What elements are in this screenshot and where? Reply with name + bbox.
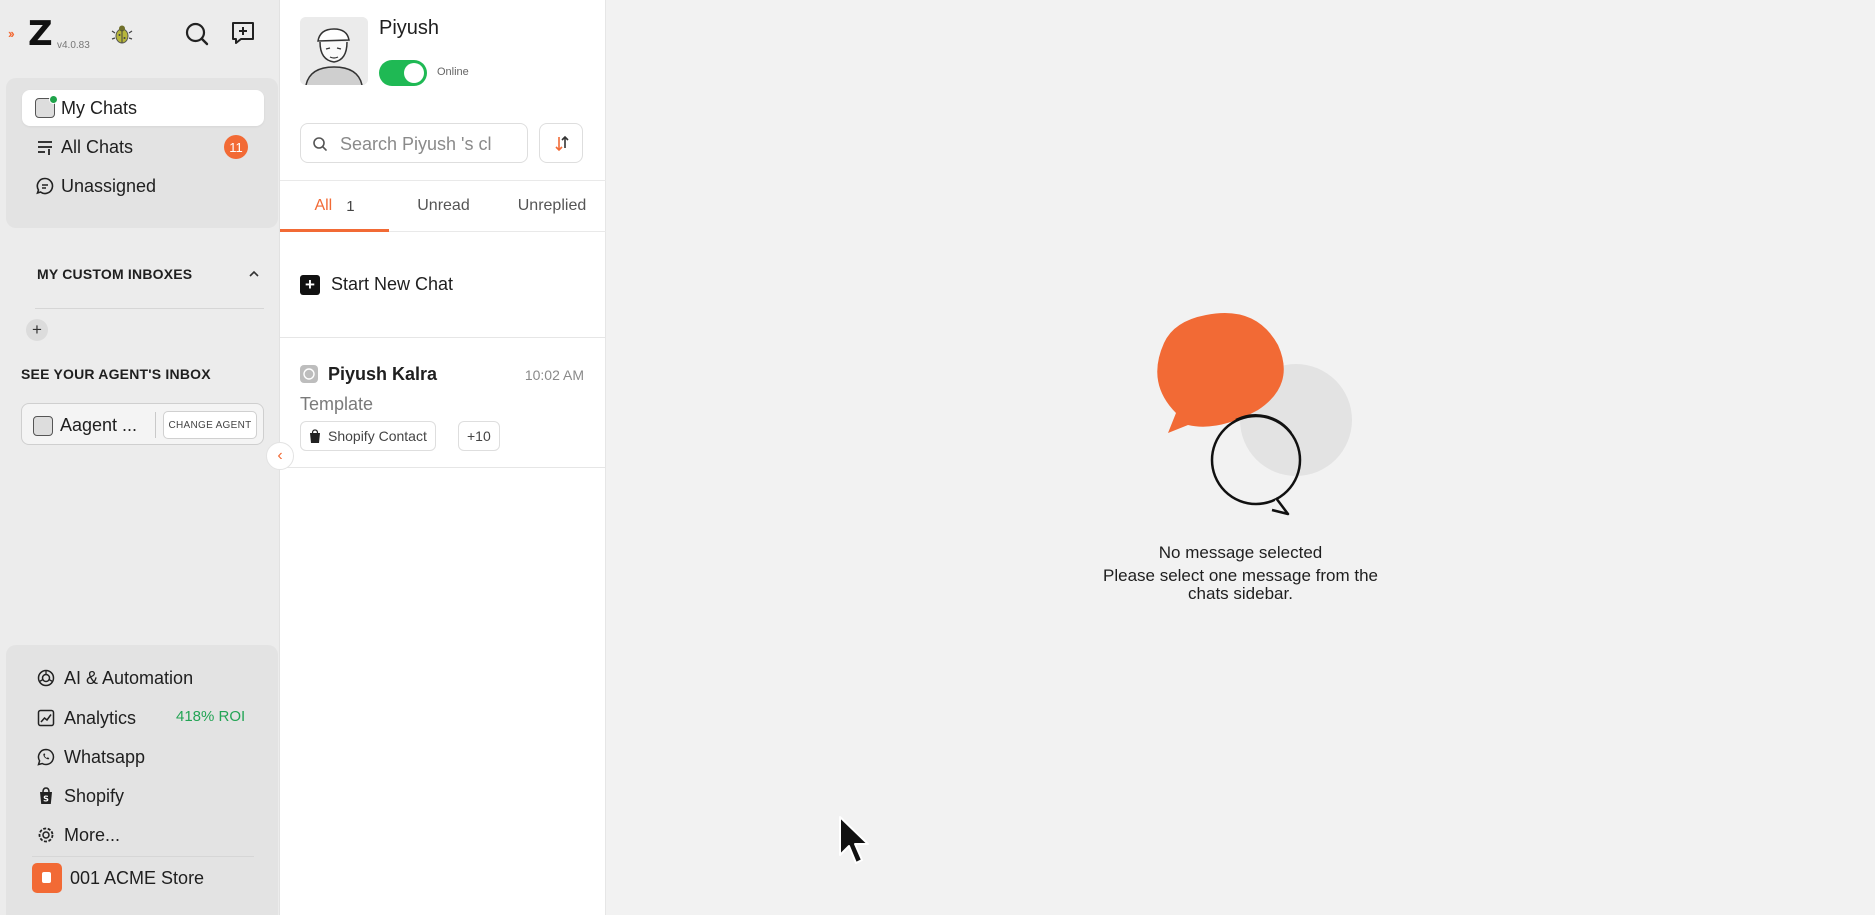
tab-all-label: All — [314, 197, 333, 214]
shopify-icon: S — [40, 787, 52, 804]
start-new-chat-button[interactable]: + Start New Chat — [280, 232, 606, 338]
divider — [35, 308, 264, 309]
collapse-sidebar-button[interactable]: ‹ — [266, 442, 294, 470]
more-tags-chip[interactable]: +10 — [458, 421, 500, 451]
nav-unassigned[interactable]: Unassigned — [22, 168, 264, 204]
left-sidebar: ›› Z v4.0.83 My Chats All Chats 11 Unass… — [0, 0, 280, 915]
tool-more[interactable]: More... — [36, 820, 266, 850]
mouse-cursor-icon — [839, 816, 869, 864]
online-status-toggle[interactable] — [379, 60, 427, 86]
agent-inbox-title: SEE YOUR AGENT'S INBOX — [21, 366, 211, 382]
empty-state-description: Please select one message from the chats… — [606, 567, 1875, 603]
profile-avatar[interactable] — [300, 17, 368, 85]
chat-timestamp: 10:02 AM — [524, 367, 584, 383]
tab-unread-label: Unread — [417, 197, 470, 214]
chat-preview-text: Template — [300, 394, 374, 414]
divider — [32, 856, 254, 857]
roi-badge: 418% ROI — [176, 708, 246, 725]
conversation-area: No message selected Please select one me… — [606, 0, 1875, 915]
nav-my-chats[interactable]: My Chats — [22, 90, 264, 126]
chat-bubbles-illustration — [1157, 313, 1352, 516]
change-agent-button[interactable]: CHANGE AGENT — [163, 411, 257, 439]
chart-icon — [37, 709, 55, 727]
tool-shopify-label: Shopify — [64, 785, 125, 806]
openai-icon — [37, 669, 55, 687]
custom-inboxes-title: MY CUSTOM INBOXES — [37, 266, 193, 282]
plus-icon: + — [300, 275, 320, 295]
chat-search-input[interactable] — [340, 132, 520, 156]
avatar-icon — [34, 95, 58, 119]
tag-chip[interactable]: Shopify Contact — [300, 421, 436, 451]
store-name: 001 ACME Store — [70, 867, 205, 888]
tool-whatsapp-label: Whatsapp — [64, 746, 146, 767]
chat-contact-name: Piyush Kalra — [328, 364, 438, 384]
online-status-label: Online — [437, 66, 469, 78]
chat-search-box — [300, 123, 528, 163]
nav-my-chats-label: My Chats — [61, 97, 138, 118]
all-chats-count-badge: 11 — [224, 135, 248, 159]
bug-report-icon[interactable] — [110, 22, 134, 46]
tool-analytics-label: Analytics — [64, 707, 137, 728]
filter-list-icon — [34, 136, 56, 158]
tab-all[interactable]: All 1 — [280, 181, 389, 232]
agent-name: Aagent ... — [60, 415, 138, 435]
new-chat-icon[interactable] — [228, 18, 258, 48]
sidebar-topbar: ›› Z v4.0.83 — [0, 0, 280, 70]
chevron-up-icon[interactable] — [246, 266, 262, 282]
tab-unreplied-label: Unreplied — [517, 197, 587, 214]
chat-list-panel: Piyush Online All 1 Unread Unreplied + S… — [280, 0, 606, 915]
profile-name: Piyush — [379, 17, 440, 39]
tool-whatsapp[interactable]: Whatsapp — [36, 742, 266, 772]
add-custom-inbox-button[interactable]: + — [26, 319, 48, 341]
app-logo: Z — [28, 14, 53, 54]
tool-more-label: More... — [64, 824, 121, 845]
nav-all-chats-label: All Chats — [61, 136, 134, 157]
empty-state-line-1: Please select one message from the — [1103, 566, 1378, 585]
store-logo — [32, 863, 62, 893]
search-icon[interactable] — [183, 20, 211, 48]
expand-sidebar-icon[interactable]: ›› — [8, 26, 15, 41]
empty-state-title: No message selected — [1158, 543, 1323, 562]
gear-icon — [38, 827, 54, 843]
more-tags-label: +10 — [467, 428, 491, 444]
shopify-icon — [310, 429, 320, 443]
tab-unreplied[interactable]: Unreplied — [498, 181, 606, 231]
app-version: v4.0.83 — [57, 40, 90, 51]
nav-unassigned-label: Unassigned — [61, 175, 157, 196]
chat-bubble-icon — [34, 175, 56, 197]
svg-text:S: S — [43, 795, 49, 804]
chat-filter-tabs: All 1 Unread Unreplied — [280, 180, 606, 232]
sort-button[interactable] — [539, 123, 583, 163]
whatsapp-icon — [300, 365, 318, 383]
sort-icon — [555, 135, 569, 152]
tab-all-count: 1 — [346, 197, 355, 215]
tool-ai-automation[interactable]: AI & Automation — [36, 663, 266, 693]
store-switcher[interactable]: 001 ACME Store — [32, 863, 204, 893]
tool-shopify[interactable]: S Shopify — [36, 781, 266, 811]
nav-all-chats[interactable]: All Chats 11 — [22, 129, 264, 165]
agent-avatar — [33, 416, 53, 436]
chat-list-item[interactable]: Piyush Kalra 10:02 AM Template Shopify C… — [280, 338, 606, 468]
search-icon — [313, 137, 327, 151]
start-new-chat-label: Start New Chat — [331, 274, 454, 294]
tool-ai-label: AI & Automation — [64, 667, 194, 688]
tab-unread[interactable]: Unread — [389, 181, 498, 231]
whatsapp-icon — [37, 748, 55, 766]
divider — [155, 412, 156, 438]
agent-selector: Aagent ... CHANGE AGENT — [21, 403, 264, 445]
tag-label: Shopify Contact — [328, 428, 427, 444]
empty-state-line-2: chats sidebar. — [1188, 584, 1293, 603]
